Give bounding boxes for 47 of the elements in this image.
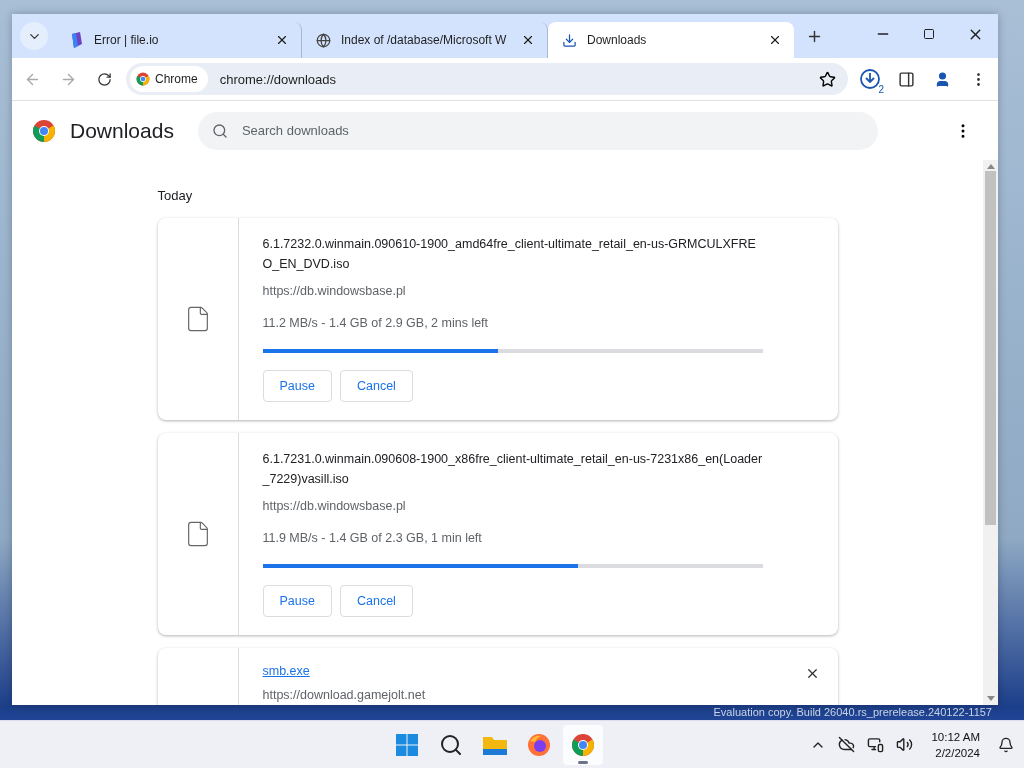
source-url: https://download.gamejolt.net	[262, 688, 427, 702]
notification-bell-icon[interactable]	[998, 736, 1014, 753]
download-action-button[interactable]: Pause	[262, 370, 332, 402]
chrome-icon	[571, 732, 596, 757]
file-name: 6.1.7232.0.winmain.090610-1900_amd64fre_client-ultimate_retail_en-us-GRMCULXFREO_EN_DVD.iso	[262, 236, 757, 273]
reload-icon[interactable]	[96, 71, 112, 87]
chip-label: Chrome	[155, 72, 198, 86]
bookmark-star-icon[interactable]	[819, 70, 836, 88]
download-action-button[interactable]: Cancel	[339, 370, 413, 402]
source-url: https://db.windowsbase.pl	[262, 499, 407, 513]
page-title: Downloads	[70, 118, 174, 143]
close-icon[interactable]	[275, 33, 289, 47]
cloud-off-icon[interactable]	[838, 736, 856, 753]
search-icon	[439, 732, 464, 757]
file-io-icon	[70, 32, 84, 48]
maximize-icon[interactable]	[923, 28, 935, 40]
source-url: https://db.windowsbase.pl	[262, 284, 407, 298]
evaluation-watermark: Evaluation copy. Build 26040.rs_prerelease.240122-1157	[713, 706, 992, 718]
scrollbar[interactable]	[983, 160, 998, 705]
search-field[interactable]: Search downloads	[197, 111, 878, 150]
tab-title: Downloads	[587, 33, 648, 47]
download-action-button[interactable]: Cancel	[339, 585, 413, 617]
site-chip[interactable]: Chrome	[130, 66, 208, 92]
tab-title: Index of /database/Microsoft W	[341, 33, 508, 47]
side-panel-icon[interactable]	[897, 70, 915, 88]
download-status: 11.2 MB/s - 1.4 GB of 2.9 GB, 2 mins left	[262, 316, 490, 330]
chrome-logo-icon	[32, 118, 56, 143]
volume-icon[interactable]	[896, 736, 914, 753]
section-heading: Today	[157, 188, 194, 203]
download-action-button[interactable]: Pause	[262, 585, 332, 617]
close-icon[interactable]	[521, 33, 535, 47]
file-link[interactable]: smb.exe	[262, 664, 310, 678]
chrome-logo-icon	[136, 72, 150, 86]
clock[interactable]: 10:12 AM 2/2/2024	[931, 728, 980, 761]
network-icon[interactable]	[867, 736, 885, 753]
address-bar[interactable]: Chrome chrome://downloads	[126, 63, 848, 95]
globe-icon	[316, 32, 331, 48]
windows-logo-icon	[395, 732, 420, 757]
close-icon[interactable]	[768, 33, 782, 47]
scrollbar-thumb[interactable]	[985, 171, 996, 525]
download-icon	[562, 32, 577, 48]
firefox-icon	[527, 732, 552, 757]
browser-tab[interactable]: Downloads	[548, 22, 794, 58]
tab-title: Error | file.io	[94, 33, 160, 47]
url-text: chrome://downloads	[219, 71, 338, 87]
file-name: 6.1.7231.0.winmain.090608-1900_x86fre_client-ultimate_retail_en-us-7231x86_en(Loader_7229)vasill.iso	[262, 451, 763, 488]
download-status: 11.9 MB/s - 1.4 GB of 2.3 GB, 1 min left	[262, 531, 483, 545]
